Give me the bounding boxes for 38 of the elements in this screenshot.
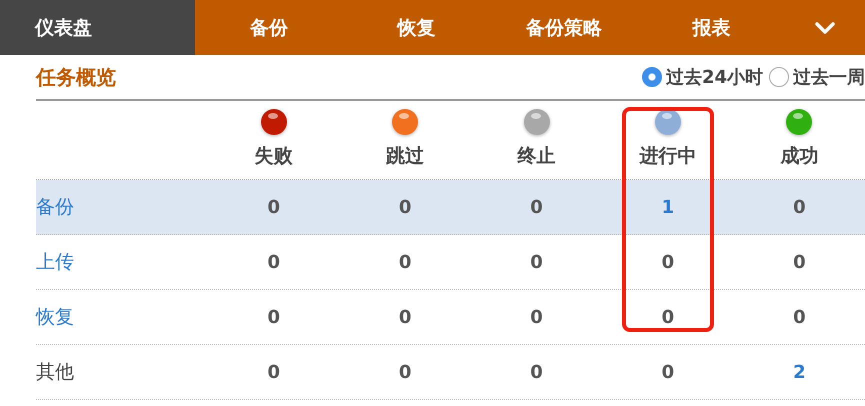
count-value: 0 xyxy=(398,362,412,382)
count-value: 0 xyxy=(530,362,543,382)
nav-tab[interactable]: 仪表盘 xyxy=(0,0,195,55)
count-link[interactable]: 2 xyxy=(793,362,806,382)
nav-tab[interactable]: 备份 xyxy=(195,0,342,55)
count-value: 0 xyxy=(530,306,543,328)
row-link[interactable]: 上传 xyxy=(36,249,74,275)
count-value: 0 xyxy=(793,306,806,328)
nav-tab[interactable]: 备份策略 xyxy=(490,0,638,55)
row-link[interactable]: 备份 xyxy=(36,194,74,220)
count-value: 0 xyxy=(530,252,543,272)
nav-tab[interactable]: 报表 xyxy=(638,0,785,55)
count-value: 0 xyxy=(662,252,674,272)
count-value: 0 xyxy=(398,306,412,328)
row-link[interactable]: 恢复 xyxy=(36,304,74,330)
section-title: 任务概览 xyxy=(36,64,116,90)
count-value: 0 xyxy=(793,252,806,272)
nav-tab[interactable]: 恢复 xyxy=(342,0,490,55)
count-value: 0 xyxy=(530,196,543,218)
count-value: 0 xyxy=(398,196,412,218)
count-value: 0 xyxy=(662,306,674,328)
row-label: 其他 xyxy=(36,360,74,385)
range-radio[interactable]: 过去24小时 xyxy=(642,65,763,89)
column-header: 成功 xyxy=(780,144,818,169)
count-value: 0 xyxy=(267,362,280,382)
chevron-down-icon[interactable] xyxy=(815,20,835,34)
count-link[interactable]: 1 xyxy=(662,196,674,218)
column-header: 跳过 xyxy=(386,144,424,169)
count-value: 0 xyxy=(267,196,280,218)
count-value: 0 xyxy=(793,196,806,218)
count-value: 0 xyxy=(267,306,280,328)
count-value: 0 xyxy=(662,362,674,382)
count-value: 0 xyxy=(267,252,280,272)
column-header: 进行中 xyxy=(639,144,696,169)
column-header: 失败 xyxy=(254,144,293,169)
range-radio[interactable]: 过去一周 xyxy=(769,65,865,89)
count-value: 0 xyxy=(398,252,412,272)
column-header: 终止 xyxy=(518,144,556,169)
